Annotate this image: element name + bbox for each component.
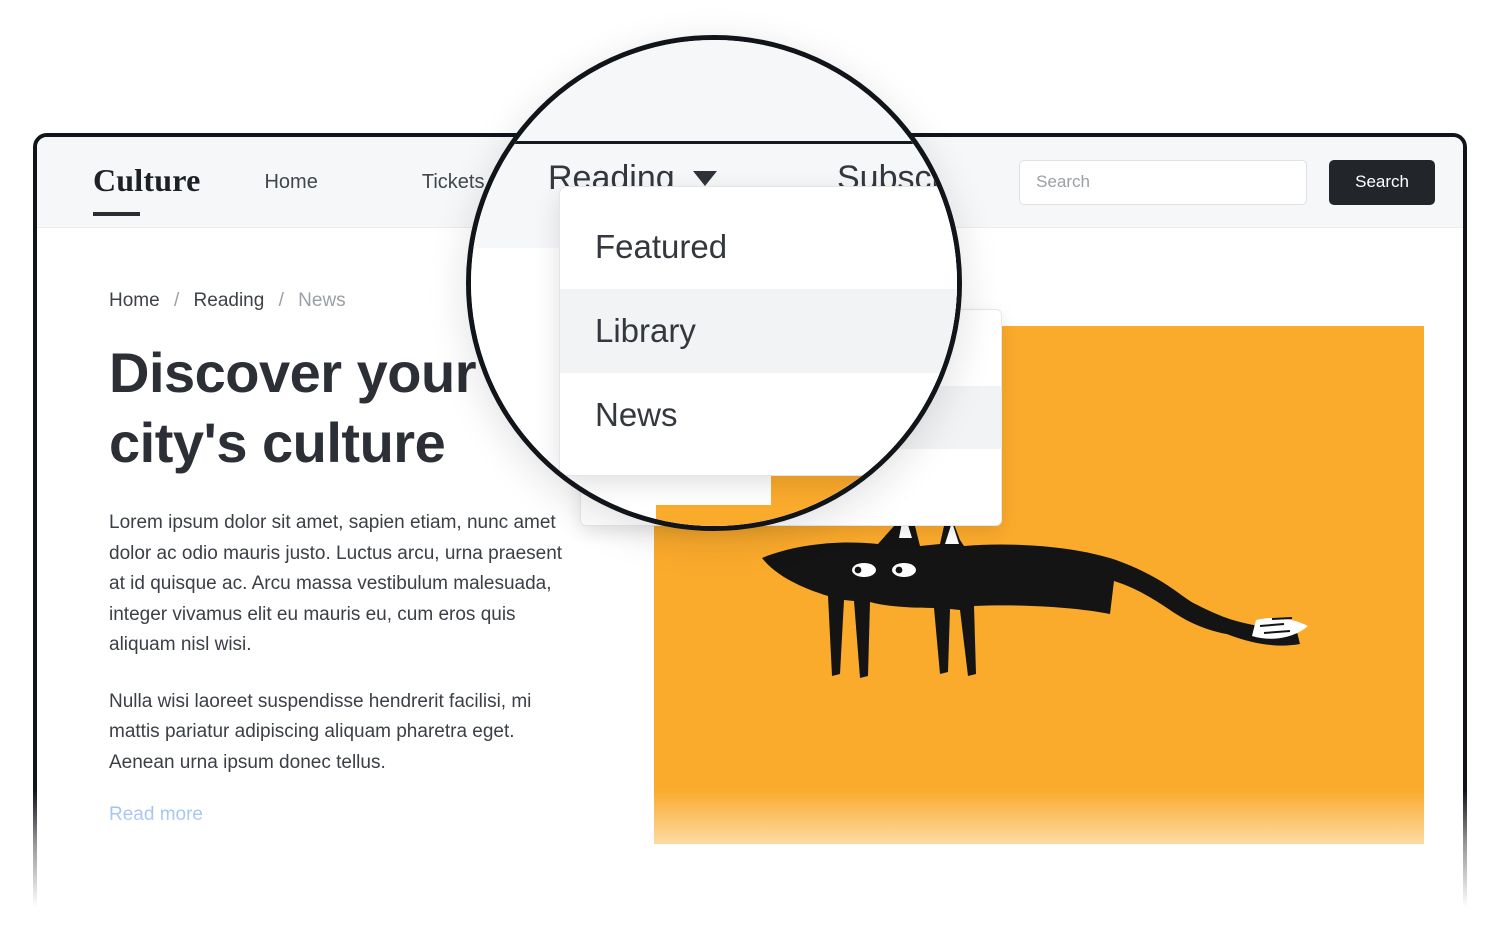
search-button[interactable]: Search xyxy=(1329,159,1435,205)
magnifier-content: Reading Subscr Featured Library News xyxy=(471,40,957,526)
screenshot-stage: Culture Home Tickets Reading Subscribe S… xyxy=(0,0,1500,940)
header-search-group: Search xyxy=(1019,159,1435,205)
nav-item-home[interactable]: Home xyxy=(264,171,351,194)
site-logo[interactable]: Culture xyxy=(93,162,200,216)
magnifier-lens: Reading Subscr Featured Library News xyxy=(466,35,962,531)
magnified-dropdown-item-library[interactable]: Library xyxy=(560,289,957,373)
magnified-dropdown-item-news[interactable]: News xyxy=(560,373,957,457)
breadcrumb-separator: / xyxy=(278,290,284,311)
read-more-link[interactable]: Read more xyxy=(109,804,203,826)
magnified-dropdown-item-featured[interactable]: Featured xyxy=(560,205,957,289)
breadcrumb-item-news: News xyxy=(298,290,346,311)
breadcrumb-item-home[interactable]: Home xyxy=(109,290,160,311)
magnified-fox-illustration xyxy=(918,510,928,526)
magnified-header-band xyxy=(471,40,957,144)
article-paragraph-1: Lorem ipsum dolor sit amet, sapien etiam… xyxy=(109,512,563,655)
breadcrumb-separator: / xyxy=(173,290,180,311)
breadcrumb-item-reading[interactable]: Reading xyxy=(194,290,265,311)
search-input[interactable] xyxy=(1019,159,1308,205)
magnified-dropdown-menu: Featured Library News xyxy=(559,186,957,476)
chevron-down-icon xyxy=(692,171,717,186)
magnified-header-edge xyxy=(471,212,561,248)
article-paragraph-2: Nulla wisi laoreet suspendisse hendrerit… xyxy=(109,690,532,773)
